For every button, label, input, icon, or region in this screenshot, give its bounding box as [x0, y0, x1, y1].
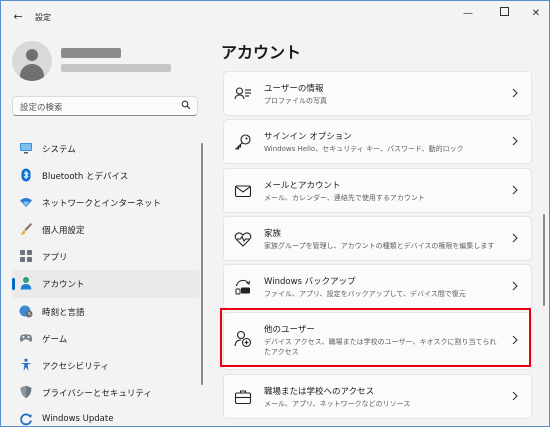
sidebar-item-accounts[interactable]: アカウント: [12, 270, 200, 298]
sidebar-item-personalization[interactable]: 個人用設定: [12, 216, 200, 243]
user-email-redacted: [61, 64, 171, 72]
card-work-school-access[interactable]: 職場または学校へのアクセス メール、アプリ、ネットワークなどのリソース: [223, 373, 532, 419]
sidebar-item-system[interactable]: システム: [12, 135, 200, 162]
card-title: ユーザーの情報: [264, 84, 324, 94]
title-bar: ← 設定 — ✕: [1, 1, 549, 33]
sidebar-item-label: アクセシビリティ: [42, 361, 110, 372]
card-description: プロファイルの写真: [264, 97, 327, 105]
avatar[interactable]: [12, 41, 52, 81]
apps-icon: [20, 250, 32, 263]
gamepad-icon: [19, 333, 33, 342]
sidebar-item-label: 時刻と言語: [42, 307, 85, 318]
sidebar-item-accessibility[interactable]: アクセシビリティ: [12, 352, 200, 379]
card-description: メール、カレンダー、連絡先で使用するアカウント: [264, 193, 425, 202]
chevron-right-icon: [512, 336, 518, 345]
chevron-right-icon: [512, 136, 518, 146]
key-icon: [234, 134, 251, 150]
sidebar-item-time-language[interactable]: 時刻と言語: [12, 298, 200, 325]
bluetooth-icon: [21, 168, 31, 182]
person-icon: [20, 277, 32, 290]
sidebar-item-label: システム: [42, 145, 76, 155]
add-user-icon: [234, 331, 252, 348]
card-title: 家族: [264, 228, 282, 239]
card-other-users[interactable]: 他のユーザー デバイス アクセス、職場または学校のユーザー、キオスクに割り当てら…: [223, 312, 532, 371]
chevron-right-icon: [512, 233, 518, 243]
card-description: メール、アプリ、ネットワークなどのリソース: [264, 399, 411, 408]
sidebar-item-windows-update[interactable]: Windows Update: [12, 406, 200, 426]
accessibility-icon: [20, 358, 32, 371]
sidebar-item-label: Bluetooth とデバイス: [42, 172, 129, 183]
sidebar-item-label: アプリ: [42, 253, 68, 264]
main-scrollbar[interactable]: [543, 214, 545, 306]
brush-icon: [21, 223, 32, 236]
sidebar-item-label: プライバシーとセキュリティ: [42, 388, 152, 399]
sidebar-item-label: ゲーム: [42, 334, 68, 345]
user-info-icon: [234, 87, 251, 100]
selection-indicator: [12, 278, 15, 291]
sidebar-item-label: アカウント: [42, 280, 85, 291]
card-description: デバイス アクセス、職場または学校のユーザー、キオスクに割り当てられたアクセス: [264, 338, 497, 357]
backup-icon: [235, 280, 251, 295]
maximize-button[interactable]: [492, 5, 516, 23]
card-family[interactable]: 家族 家族グループを管理し、アカウントの種類とデバイスの権限を編集します: [223, 215, 532, 261]
sidebar-item-bluetooth[interactable]: Bluetooth とデバイス: [12, 162, 200, 189]
sidebar-item-label: 個人用設定: [42, 226, 85, 237]
card-description: 家族グループを管理し、アカウントの種類とデバイスの権限を編集します: [264, 241, 495, 250]
monitor-icon: [20, 143, 32, 154]
briefcase-icon: [234, 390, 252, 404]
page-title: アカウント: [221, 43, 302, 62]
sidebar-item-label: ネットワークとインターネット: [42, 199, 162, 210]
card-title: サインイン オプション: [264, 132, 352, 143]
wifi-icon: [20, 198, 32, 208]
shield-icon: [20, 385, 32, 399]
sidebar-item-network[interactable]: ネットワークとインターネット: [12, 189, 200, 216]
chevron-right-icon: [512, 281, 518, 291]
user-name-redacted: [61, 48, 121, 58]
card-sign-in-options[interactable]: サインイン オプション Windows Hello、セキュリティ キー、パスワー…: [223, 119, 532, 165]
settings-cards: ユーザーの情報 プロファイルの写真 サインイン オプション Windows He…: [223, 71, 532, 422]
card-description: ファイル、アプリ、設定をバックアップして、デバイス間で復元: [264, 290, 466, 299]
minimize-button[interactable]: —: [456, 5, 480, 23]
sidebar-scrollbar[interactable]: [201, 143, 203, 385]
sidebar-item-gaming[interactable]: ゲーム: [12, 325, 200, 352]
arrow-left-icon[interactable]: ←: [9, 9, 27, 25]
sidebar-nav: システム Bluetooth とデバイス ネットワークとインターネット 個人用設…: [12, 135, 200, 426]
app-title: 設定: [35, 13, 51, 22]
sidebar-item-apps[interactable]: アプリ: [12, 243, 200, 270]
sidebar-item-label: Windows Update: [42, 413, 114, 424]
clock-globe-icon: [19, 305, 33, 318]
card-windows-backup[interactable]: Windows バックアップ ファイル、アプリ、設定をバックアップして、デバイス…: [223, 264, 532, 310]
close-button[interactable]: ✕: [524, 5, 548, 23]
chevron-right-icon: [512, 391, 518, 401]
settings-window: ← 設定 — ✕ 設定の検索 システム Bluetooth とデバイス ネットワ…: [0, 0, 550, 427]
card-title: メールとアカウント: [264, 180, 341, 191]
update-icon: [20, 413, 32, 426]
card-user-info[interactable]: ユーザーの情報 プロファイルの写真: [223, 71, 532, 116]
card-email-accounts[interactable]: メールとアカウント メール、カレンダー、連絡先で使用するアカウント: [223, 167, 532, 213]
card-title: 職場または学校へのアクセス: [264, 386, 375, 397]
search-input[interactable]: 設定の検索: [12, 96, 198, 116]
search-placeholder: 設定の検索: [20, 103, 63, 113]
search-icon: [181, 100, 191, 110]
family-heart-icon: [234, 232, 252, 247]
card-title: Windows バックアップ: [264, 277, 356, 288]
chevron-right-icon: [512, 88, 518, 98]
card-description: Windows Hello、セキュリティ キー、パスワード、動的ロック: [264, 145, 464, 154]
sidebar-item-privacy-security[interactable]: プライバシーとセキュリティ: [12, 379, 200, 406]
mail-icon: [234, 185, 252, 197]
chevron-right-icon: [512, 185, 518, 194]
card-title: 他のユーザー: [264, 325, 315, 336]
